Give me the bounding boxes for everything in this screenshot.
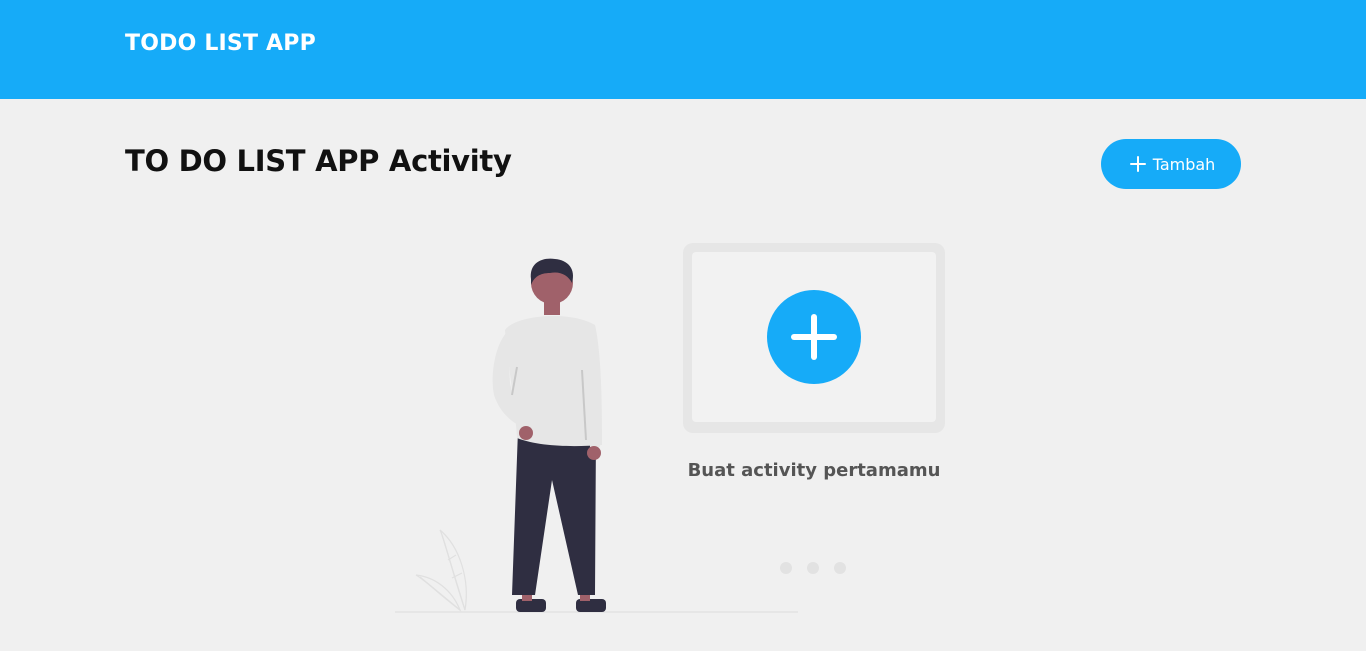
empty-state-caption: Buat activity pertamamu bbox=[687, 460, 941, 481]
app-header: TODO LIST APP bbox=[0, 0, 1366, 99]
page-title: TO DO LIST APP Activity bbox=[125, 144, 512, 178]
add-activity-button-label: Tambah bbox=[1152, 154, 1216, 174]
app-title: TODO LIST APP bbox=[125, 31, 316, 56]
pagination-dots bbox=[780, 562, 846, 574]
plus-circle-icon bbox=[767, 290, 861, 384]
plus-icon bbox=[1129, 156, 1146, 172]
person-figure bbox=[492, 258, 606, 612]
empty-state-illustration[interactable] bbox=[390, 235, 960, 625]
add-activity-button[interactable]: Tambah bbox=[1101, 139, 1241, 189]
plant-decoration bbox=[415, 529, 467, 612]
